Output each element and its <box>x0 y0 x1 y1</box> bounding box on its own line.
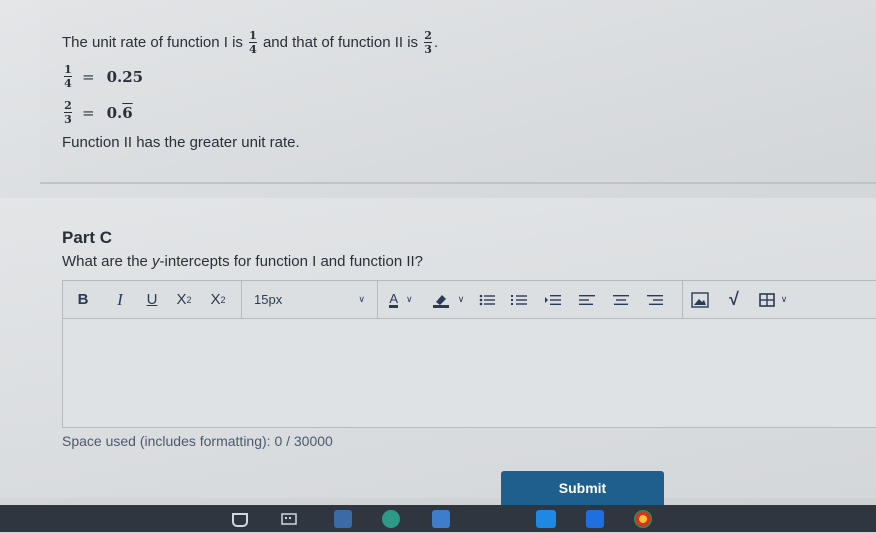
decimal-value: 0.25 <box>106 67 144 86</box>
equals-sign: = <box>82 103 95 122</box>
chevron-down-icon: ∨ <box>780 294 788 304</box>
subscript-sub: 2 <box>220 294 226 305</box>
insert-image-button[interactable] <box>683 286 717 314</box>
decimal-value: 0. <box>106 103 123 122</box>
fraction-numerator: 1 <box>249 29 257 42</box>
bullet-list-button[interactable] <box>472 286 502 314</box>
previous-answer-panel: The unit rate of function I is 1 4 and t… <box>40 0 876 184</box>
chevron-down-icon: ∨ <box>406 294 413 304</box>
insert-table-button[interactable]: ∨ <box>751 286 795 314</box>
font-size-value: 15px <box>254 292 283 307</box>
highlight-color-button[interactable]: ∨ <box>424 286 472 314</box>
table-icon <box>758 292 775 307</box>
answer-textarea[interactable] <box>63 319 876 427</box>
submit-button[interactable]: Submit <box>501 471 664 505</box>
fraction-one-fourth: 1 4 <box>64 64 72 89</box>
statement-period: . <box>434 34 439 51</box>
taskbar <box>0 505 876 532</box>
fraction-numerator: 2 <box>64 99 72 112</box>
fraction-denominator: 4 <box>249 43 257 56</box>
fraction-denominator: 4 <box>64 77 72 90</box>
page: The unit rate of function I is 1 4 and t… <box>0 0 876 532</box>
subscript-button[interactable]: X2 <box>201 286 235 314</box>
italic-button[interactable]: I <box>103 286 137 314</box>
math-row-2: 2 3 = 0. 6 <box>64 100 133 125</box>
file-explorer-icon[interactable] <box>432 510 450 528</box>
fraction-numerator: 2 <box>424 29 432 42</box>
bullet-list-icon <box>479 294 495 305</box>
square-root-icon: √ <box>729 289 739 309</box>
keyboard-icon[interactable] <box>280 510 298 528</box>
fraction-denominator: 3 <box>64 113 72 126</box>
fraction-one-fourth: 1 4 <box>248 29 257 56</box>
underline-button[interactable]: U <box>137 286 167 314</box>
superscript-button[interactable]: X2 <box>167 286 201 314</box>
font-size-select[interactable]: 15px ∨ <box>242 286 377 314</box>
question-prefix: What are the <box>62 253 153 270</box>
bold-button[interactable]: B <box>63 286 103 314</box>
paint-bucket-icon <box>432 294 449 308</box>
store-icon[interactable] <box>334 510 352 528</box>
math-row-1: 1 4 = 0.25 <box>64 64 143 89</box>
fraction-two-thirds: 2 3 <box>424 29 433 56</box>
align-right-icon <box>647 294 663 305</box>
superscript-exp: 2 <box>186 294 192 305</box>
numbered-list-icon <box>511 294 527 305</box>
conclusion-text: Function II has the greater unit rate. <box>62 134 300 151</box>
question-suffix: -intercepts for function I and function … <box>159 253 424 270</box>
indent-icon <box>545 294 561 305</box>
editor-toolbar: B I U X2 X2 15px ∨ A ∨ ∨ √ ∨ <box>63 281 876 319</box>
align-center-icon <box>613 294 629 305</box>
part-c-section: Part C What are the y-intercepts for fun… <box>0 198 876 498</box>
chevron-down-icon: ∨ <box>457 294 465 304</box>
question-text: What are the y-intercepts for function I… <box>62 253 423 270</box>
align-right-button[interactable] <box>638 286 672 314</box>
text-color-button[interactable]: A ∨ <box>378 286 424 314</box>
unit-rate-statement: The unit rate of function I is 1 4 and t… <box>62 30 438 55</box>
align-left-button[interactable] <box>570 286 604 314</box>
space-used-counter: Space used (includes formatting): 0 / 30… <box>62 433 333 449</box>
numbered-list-button[interactable] <box>502 286 536 314</box>
fraction-denominator: 3 <box>424 43 432 56</box>
part-title: Part C <box>62 228 113 247</box>
indent-button[interactable] <box>536 286 570 314</box>
edge-browser-icon[interactable] <box>382 510 400 528</box>
fraction-two-thirds: 2 3 <box>64 100 72 125</box>
equals-sign: = <box>82 67 95 86</box>
superscript-base: X <box>176 291 187 308</box>
mail-icon[interactable] <box>536 510 556 528</box>
text-color-letter: A <box>389 290 399 308</box>
chrome-icon[interactable] <box>634 510 652 528</box>
statement-text-2: and that of function II is <box>262 34 419 51</box>
statement-text-1: The unit rate of function I is <box>62 34 243 51</box>
fraction-numerator: 1 <box>64 63 72 76</box>
image-icon <box>691 291 709 308</box>
align-left-icon <box>579 294 595 305</box>
question-italic: y <box>152 253 160 270</box>
dropbox-icon[interactable] <box>586 510 604 528</box>
align-center-button[interactable] <box>604 286 638 314</box>
repeating-digit: 6 <box>122 103 133 122</box>
rich-text-editor: B I U X2 X2 15px ∨ A ∨ ∨ √ ∨ <box>62 280 876 428</box>
subscript-base: X <box>210 291 221 308</box>
chevron-down-icon: ∨ <box>358 294 365 304</box>
file-icon[interactable] <box>232 513 248 527</box>
math-equation-button[interactable]: √ <box>717 286 751 314</box>
